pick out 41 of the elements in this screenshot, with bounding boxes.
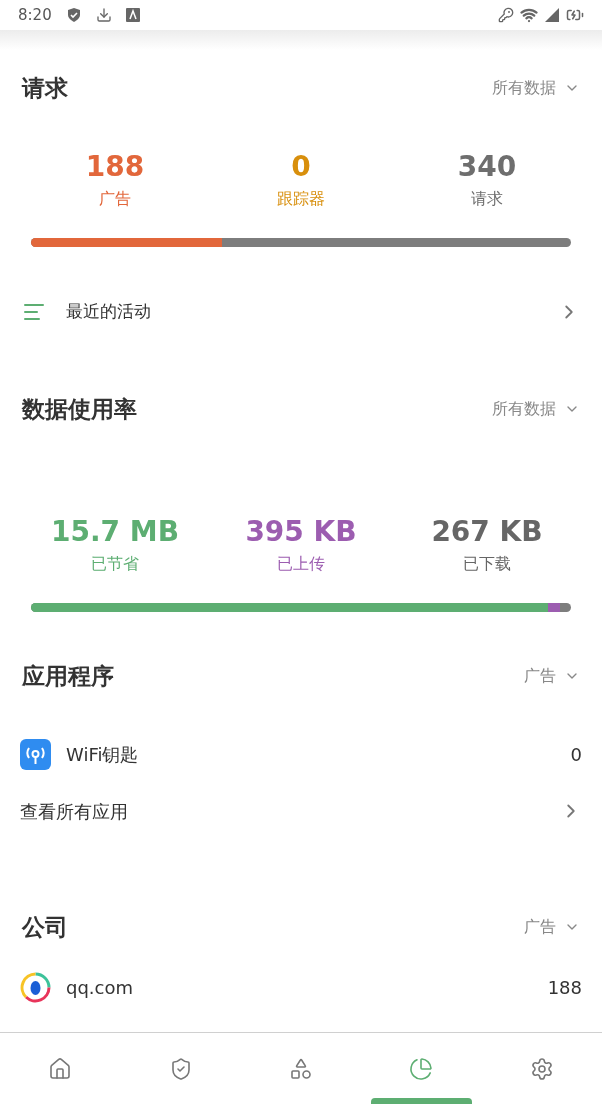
- app-count: 0: [570, 742, 582, 767]
- section-title: 应用程序: [22, 661, 114, 691]
- pie-chart-icon: [409, 1056, 434, 1081]
- stat-label: 广告: [99, 188, 131, 210]
- stat-label: 已上传: [277, 553, 325, 575]
- signal-icon: [544, 7, 560, 23]
- see-all-apps-row[interactable]: 查看所有应用: [0, 785, 602, 837]
- section-title: 公司: [22, 912, 68, 942]
- app-name: WiFi钥匙: [66, 742, 140, 767]
- filter-dropdown[interactable]: 广告: [524, 664, 580, 688]
- key-icon: [498, 7, 514, 23]
- home-icon: [48, 1056, 73, 1081]
- filter-dropdown[interactable]: 所有数据: [492, 76, 580, 100]
- settings-icon: [529, 1056, 554, 1081]
- filter-dropdown[interactable]: 广告: [524, 915, 580, 939]
- stat-label: 已下载: [463, 553, 511, 575]
- status-time: 8:20: [18, 4, 52, 26]
- wifi-app-icon: [20, 738, 51, 770]
- stat-value: 267 KB: [431, 514, 543, 550]
- stat-value: 395 KB: [245, 514, 357, 550]
- company-count: 188: [547, 975, 582, 1000]
- filter-dropdown[interactable]: 所有数据: [492, 397, 580, 421]
- company-name: qq.com: [66, 975, 135, 1000]
- company-row[interactable]: qq.com 188: [0, 961, 602, 1013]
- company-logo-icon: [20, 971, 51, 1003]
- recent-activity-row[interactable]: 最近的活动: [0, 287, 602, 337]
- stat-value: 0: [291, 149, 311, 185]
- app-row[interactable]: WiFi钥匙 0: [0, 728, 602, 780]
- section-title: 数据使用率: [22, 394, 137, 424]
- stat-label: 跟踪器: [277, 188, 325, 210]
- stat-value: 15.7 MB: [50, 514, 179, 550]
- shield-icon: [65, 7, 82, 23]
- stat-value: 188: [85, 149, 145, 185]
- section-title: 请求: [22, 73, 68, 103]
- download-icon: [95, 7, 112, 23]
- wifi-icon: [520, 6, 538, 24]
- app-notification-icon: [125, 8, 140, 22]
- shapes-icon: [289, 1056, 313, 1081]
- stat-label: 请求: [471, 188, 503, 210]
- stat-label: 已节省: [91, 553, 139, 575]
- stat-value: 340: [457, 149, 517, 185]
